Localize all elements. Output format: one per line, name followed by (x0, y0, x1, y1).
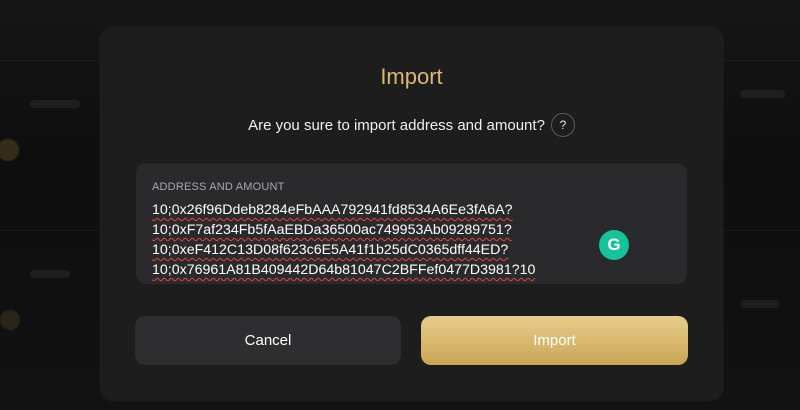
cancel-button[interactable]: Cancel (135, 316, 401, 365)
address-amount-value[interactable]: 10;0x26f96Ddeb8284eFbAAA792941fd8534A6Ee… (152, 200, 622, 280)
backdrop-blur-text (30, 270, 70, 278)
import-button[interactable]: Import (421, 316, 688, 365)
grammarly-icon[interactable]: G (599, 230, 629, 260)
address-amount-textarea[interactable]: ADDRESS AND AMOUNT 10;0x26f96Ddeb8284eFb… (136, 163, 687, 284)
import-dialog: Import Are you sure to import address an… (100, 27, 723, 401)
confirm-question-text: Are you sure to import address and amoun… (248, 116, 545, 134)
backdrop-blur-text (740, 90, 785, 98)
question-mark-icon[interactable]: ? (550, 113, 575, 137)
confirm-question-row: Are you sure to import address and amoun… (100, 113, 723, 137)
backdrop-blur-text (30, 100, 80, 108)
address-amount-label: ADDRESS AND AMOUNT (152, 181, 285, 193)
dialog-title: Import (380, 64, 443, 89)
backdrop-blur-text (740, 300, 780, 308)
